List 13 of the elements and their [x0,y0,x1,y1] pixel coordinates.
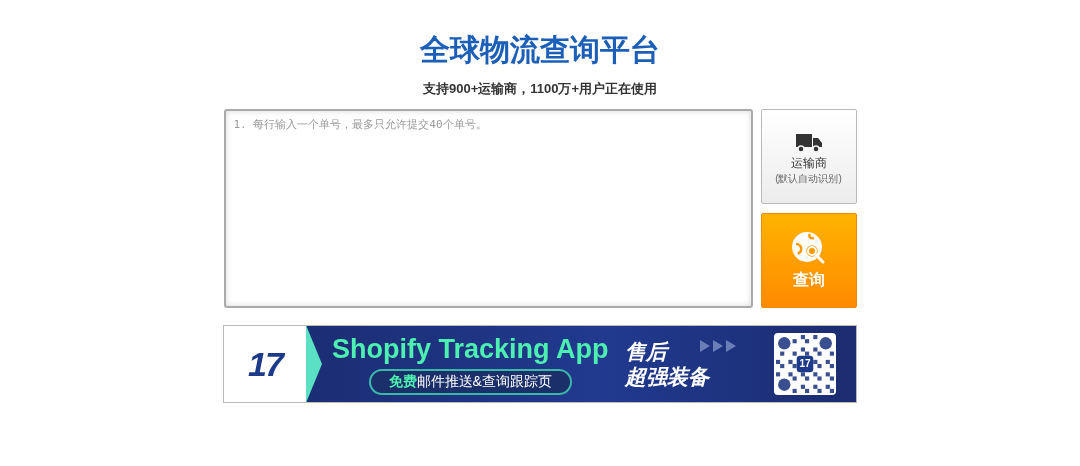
qr-code-drawing: 17 [774,333,836,395]
page-subtitle: 支持900+运输商，1100万+用户正在使用 [422,80,658,98]
banner-headline: Shopify Tracking App [332,333,609,365]
carrier-button[interactable]: 运输商 (默认自动识别) [760,109,857,204]
truck-icon [795,133,822,153]
badge-text: 邮件推送&查询跟踪页 [416,373,552,389]
banner-slogan: 超强装备 [624,364,709,389]
arrows-icon [700,340,736,352]
badge-highlight: 免费 [388,373,417,389]
tracking-number-field[interactable]: 1. 每行输入一个单号，最多只允许提交40个单号。 [223,109,753,308]
banner-slogan: 售后 [624,339,709,364]
promo-banner[interactable]: 17 Shopify Tracking App 免费邮件推送&查询跟踪页 售后 超强装备 17 [223,325,857,403]
page-title: 全球物流查询平台 [420,32,660,68]
